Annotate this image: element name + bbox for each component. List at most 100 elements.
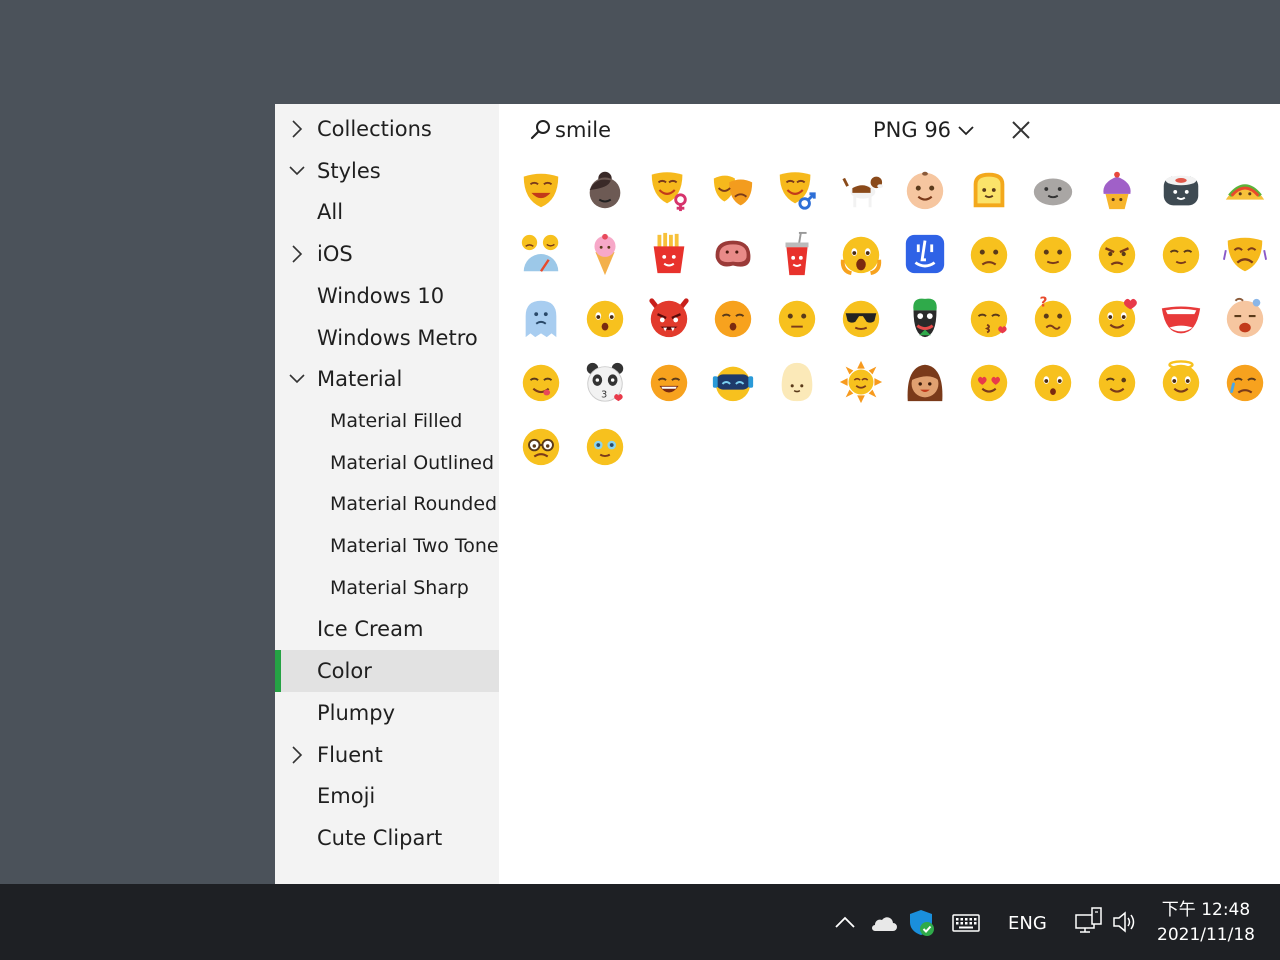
icon-tile[interactable]	[1085, 350, 1149, 414]
icon-tile[interactable]	[1021, 222, 1085, 286]
icon-tile[interactable]	[957, 158, 1021, 222]
sidebar-item-material-filled[interactable]: Material Filled	[275, 400, 499, 442]
icon-tile[interactable]	[637, 350, 701, 414]
sidebar-item-label: Styles	[317, 158, 381, 183]
icon-tile[interactable]	[509, 414, 573, 478]
icon-tile[interactable]	[893, 158, 957, 222]
chevron-right-icon[interactable]	[289, 745, 305, 765]
icon-tile[interactable]	[829, 286, 893, 350]
icon-tile[interactable]	[637, 222, 701, 286]
network-icon[interactable]	[1074, 906, 1104, 940]
icon-tile[interactable]	[1213, 222, 1277, 286]
chevron-down-icon[interactable]	[289, 161, 305, 181]
sidebar-item-fluent[interactable]: Fluent	[275, 734, 499, 776]
volume-icon[interactable]	[1112, 910, 1140, 938]
icon-tile[interactable]	[573, 222, 637, 286]
sidebar-item-material[interactable]: Material	[275, 358, 499, 400]
icon-tile[interactable]	[701, 286, 765, 350]
icon-tile[interactable]	[829, 222, 893, 286]
chevron-right-icon[interactable]	[289, 244, 305, 264]
icon-tile[interactable]	[573, 158, 637, 222]
sidebar-item-windows-metro[interactable]: Windows Metro	[275, 317, 499, 359]
icon-tile[interactable]	[1085, 286, 1149, 350]
icon-tile[interactable]	[957, 286, 1021, 350]
icon-tile[interactable]	[893, 286, 957, 350]
icon-tile[interactable]	[701, 158, 765, 222]
icon-tile[interactable]	[957, 222, 1021, 286]
svg-text:3: 3	[601, 389, 607, 400]
icon-tile[interactable]	[573, 414, 637, 478]
icon-tile[interactable]	[573, 286, 637, 350]
icon-tile[interactable]	[765, 222, 829, 286]
sidebar-item-label: Material Filled	[330, 409, 463, 432]
sidebar-item-material-two-tone[interactable]: Material Two Tone	[275, 525, 499, 567]
icon-tile[interactable]	[957, 350, 1021, 414]
sidebar-item-emoji[interactable]: Emoji	[275, 775, 499, 817]
sidebar-item-label: Material Outlined	[330, 451, 495, 474]
onedrive-icon[interactable]	[869, 914, 897, 936]
icon-tile[interactable]	[829, 158, 893, 222]
icon-tile[interactable]	[509, 222, 573, 286]
sidebar-item-all[interactable]: All	[275, 191, 499, 233]
icon-tile[interactable]	[509, 286, 573, 350]
sidebar-item-plumpy[interactable]: Plumpy	[275, 692, 499, 734]
icon-tile[interactable]	[765, 350, 829, 414]
icon-tile[interactable]	[1149, 350, 1213, 414]
sidebar-item-material-rounded[interactable]: Material Rounded	[275, 483, 499, 525]
man-mask-icon	[779, 172, 816, 210]
sidebar: Collections Styles All iOS Windows 10 Windows…	[275, 104, 499, 884]
sidebar-item-windows-10[interactable]: Windows 10	[275, 275, 499, 317]
icon-tile[interactable]	[1085, 222, 1149, 286]
search-input[interactable]	[555, 114, 725, 146]
sidebar-item-collections[interactable]: Collections	[275, 108, 499, 150]
clock[interactable]: 下午 12:48 2021/11/18	[1150, 898, 1262, 948]
icon-tile[interactable]	[1021, 158, 1085, 222]
icon-tile[interactable]	[509, 350, 573, 414]
icon-tile[interactable]	[1149, 158, 1213, 222]
sidebar-item-ios[interactable]: iOS	[275, 233, 499, 275]
relieved-face-icon	[1162, 236, 1200, 274]
sidebar-item-material-sharp[interactable]: Material Sharp	[275, 567, 499, 609]
icon-tile[interactable]	[1213, 286, 1277, 350]
icon-tile[interactable]	[701, 350, 765, 414]
sidebar-item-styles[interactable]: Styles	[275, 150, 499, 192]
icon-tile[interactable]	[765, 286, 829, 350]
sidebar-item-ice-cream[interactable]: Ice Cream	[275, 608, 499, 650]
woman-mask-icon	[651, 172, 687, 212]
drama-masks-icon	[713, 175, 753, 206]
icon-tile[interactable]: 3	[573, 350, 637, 414]
icon-tile[interactable]	[765, 158, 829, 222]
icon-tile[interactable]	[509, 158, 573, 222]
icon-tile[interactable]	[1213, 350, 1277, 414]
icon-tile[interactable]	[637, 286, 701, 350]
security-shield-icon[interactable]	[908, 908, 936, 942]
sidebar-item-material-outlined[interactable]: Material Outlined	[275, 442, 499, 484]
chevron-up-icon[interactable]	[834, 914, 856, 934]
sidebar-item-label: Emoji	[317, 784, 376, 809]
heart-eyes-face-icon	[970, 364, 1008, 402]
icon-tile[interactable]	[893, 350, 957, 414]
sun-face-icon	[839, 360, 883, 404]
sidebar-item-label: Material Rounded	[330, 493, 498, 516]
cupcake-icon	[1103, 171, 1131, 210]
icon-tile[interactable]	[829, 350, 893, 414]
icon-tile[interactable]	[637, 158, 701, 222]
icon-tile[interactable]	[701, 222, 765, 286]
chevron-down-icon	[958, 126, 974, 136]
icon-tile[interactable]: ?	[1021, 286, 1085, 350]
icon-tile[interactable]	[1085, 158, 1149, 222]
icon-tile[interactable]	[1021, 350, 1085, 414]
format-select[interactable]: PNG 96	[873, 114, 983, 146]
chevron-down-icon[interactable]	[289, 369, 305, 389]
icon-tile[interactable]	[1149, 286, 1213, 350]
icon-tile[interactable]	[893, 222, 957, 286]
language-indicator[interactable]: ENG	[1008, 913, 1047, 934]
sidebar-item-color[interactable]: Color	[275, 650, 499, 693]
clear-search-button[interactable]	[1011, 120, 1031, 140]
icon-tile[interactable]	[1213, 158, 1277, 222]
chevron-right-icon[interactable]	[289, 119, 305, 139]
joker-icon	[913, 298, 937, 338]
icon-tile[interactable]	[1149, 222, 1213, 286]
keyboard-icon[interactable]	[952, 914, 980, 936]
sidebar-item-cute-clipart[interactable]: Cute Clipart	[275, 817, 499, 859]
